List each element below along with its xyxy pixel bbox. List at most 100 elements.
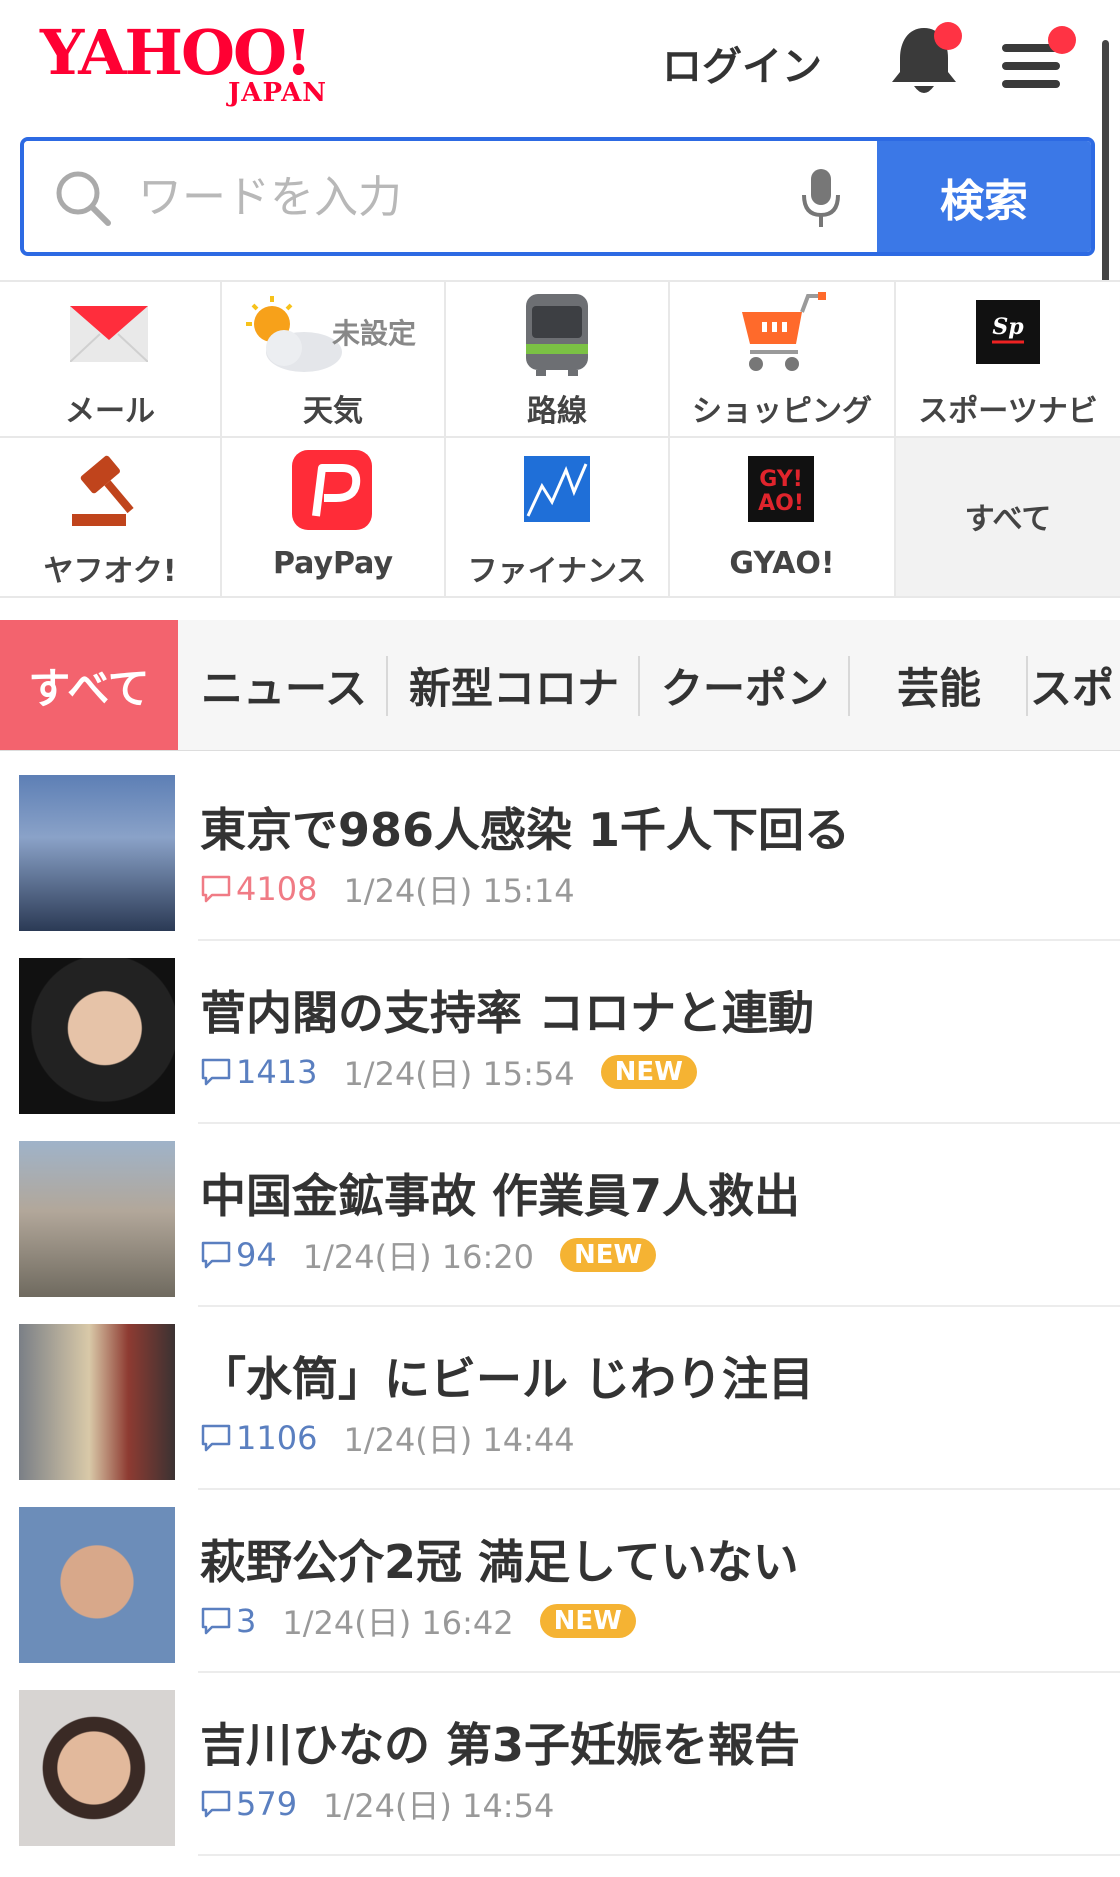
service-label: ファイナンス — [467, 554, 647, 589]
news-timestamp: 1/24(日) 15:14 — [343, 872, 575, 910]
tab-corona[interactable]: 新型コロナ — [390, 620, 638, 750]
service-label: 天気 — [303, 394, 363, 429]
logo-text: YAHOO! — [40, 16, 312, 89]
news-headline: 萩野公介2冠 満足していない — [200, 1535, 799, 1589]
train-icon — [526, 294, 588, 376]
news-meta: 4108 1/24(日) 15:14 — [200, 866, 575, 912]
news-thumbnail — [19, 958, 175, 1114]
news-item[interactable]: 中国金鉱事故 作業員7人救出 94 1/24(日) 16:20 NEW — [0, 1124, 1120, 1307]
comment-icon — [201, 875, 231, 903]
tab-divider — [638, 656, 640, 716]
news-item[interactable]: 「水筒」にビール じわり注目 1106 1/24(日) 14:44 — [0, 1307, 1120, 1490]
service-sportsnavi[interactable]: Sp スポーツナビ — [896, 282, 1120, 436]
news-thumbnail — [19, 1690, 175, 1846]
service-label: ヤフオク! — [43, 554, 177, 589]
comment-icon — [201, 1424, 231, 1452]
notification-dot — [934, 22, 962, 50]
news-meta: 579 1/24(日) 14:54 — [200, 1781, 554, 1827]
weather-status: 未設定 — [332, 317, 417, 350]
comment-count: 4108 — [236, 870, 318, 908]
yahoo-japan-logo[interactable]: YAHOO! JAPAN — [40, 14, 360, 109]
auction-gavel-icon — [72, 455, 134, 526]
service-auction[interactable]: ヤフオク! — [0, 438, 220, 596]
comment-icon — [201, 1241, 231, 1269]
login-link[interactable]: ログイン — [662, 34, 822, 92]
news-thumbnail — [19, 1324, 175, 1480]
tab-sports[interactable]: スポ — [1030, 620, 1120, 750]
service-paypay[interactable]: PayPay — [222, 438, 444, 596]
new-badge: NEW — [600, 1055, 697, 1089]
tab-divider — [386, 656, 388, 716]
scrollbar[interactable] — [1102, 40, 1109, 284]
news-headline: 中国金鉱事故 作業員7人救出 — [200, 1169, 801, 1223]
service-weather[interactable]: 未設定 天気 — [222, 282, 444, 436]
news-headline: 「水筒」にビール じわり注目 — [200, 1352, 815, 1406]
cart-icon — [742, 292, 826, 371]
service-label: メール — [65, 394, 155, 429]
news-meta: 94 1/24(日) 16:20 NEW — [200, 1232, 657, 1278]
comment-count: 1413 — [236, 1053, 318, 1091]
tab-entertainment[interactable]: 芸能 — [852, 620, 1026, 750]
news-item[interactable]: 東京で986人感染 1千人下回る 4108 1/24(日) 15:14 — [0, 758, 1120, 941]
news-item[interactable]: 菅内閣の支持率 コロナと連動 1413 1/24(日) 15:54 NEW — [0, 941, 1120, 1124]
mail-icon — [70, 306, 148, 362]
search-button[interactable]: 検索 — [877, 141, 1091, 252]
tab-coupon[interactable]: クーポン — [642, 620, 848, 750]
news-item[interactable]: 萩野公介2冠 満足していない 3 1/24(日) 16:42 NEW — [0, 1490, 1120, 1673]
service-mail[interactable]: メール — [0, 282, 220, 436]
svg-text:AO!: AO! — [758, 491, 804, 516]
gyao-icon: GY! AO! — [748, 456, 814, 522]
news-headline: 東京で986人感染 1千人下回る — [200, 803, 851, 857]
service-label: すべて — [964, 502, 1052, 537]
news-item[interactable]: 吉川ひなの 第3子妊娠を報告 579 1/24(日) 14:54 — [0, 1673, 1120, 1856]
news-thumbnail — [19, 1141, 175, 1297]
news-timestamp: 1/24(日) 16:20 — [302, 1238, 534, 1276]
service-label: 路線 — [527, 394, 587, 429]
comment-icon — [201, 1790, 231, 1818]
comment-count: 94 — [236, 1236, 277, 1274]
news-timestamp: 1/24(日) 14:44 — [343, 1421, 575, 1459]
news-thumbnail — [19, 1507, 175, 1663]
notification-bell-icon[interactable] — [888, 22, 962, 100]
sportsnavi-icon: Sp — [976, 300, 1040, 364]
service-gyao[interactable]: GY! AO! GYAO! — [670, 438, 894, 596]
paypay-icon — [292, 450, 372, 530]
news-thumbnail — [19, 775, 175, 931]
news-headline: 菅内閣の支持率 コロナと連動 — [200, 986, 815, 1040]
search-field — [24, 141, 877, 252]
comment-count: 3 — [236, 1602, 257, 1640]
news-meta: 1413 1/24(日) 15:54 NEW — [200, 1049, 697, 1095]
search-icon — [56, 171, 111, 226]
tab-all[interactable]: すべて — [0, 620, 178, 750]
news-headline: 吉川ひなの 第3子妊娠を報告 — [200, 1718, 801, 1772]
news-timestamp: 1/24(日) 16:42 — [282, 1604, 514, 1642]
microphone-icon[interactable] — [801, 169, 841, 229]
service-label: スポーツナビ — [918, 394, 1098, 429]
service-finance[interactable]: ファイナンス — [446, 438, 668, 596]
service-shopping[interactable]: ショッピング — [670, 282, 894, 436]
service-label: GYAO! — [729, 546, 835, 581]
news-separator — [198, 1854, 1120, 1856]
comment-icon — [201, 1607, 231, 1635]
search-input[interactable] — [136, 163, 780, 231]
service-label: ショッピング — [692, 394, 872, 429]
svg-text:Sp: Sp — [992, 314, 1024, 340]
services-grid: メール 未設定 天気 路線 ショッピング Sp スポーツナビ ヤフオク! Pay… — [0, 280, 1120, 598]
news-meta: 3 1/24(日) 16:42 NEW — [200, 1598, 636, 1644]
tab-news[interactable]: ニュース — [184, 620, 384, 750]
comment-icon — [201, 1058, 231, 1086]
tab-divider — [848, 656, 850, 716]
finance-chart-icon — [524, 456, 590, 522]
comment-count: 579 — [236, 1785, 298, 1823]
news-meta: 1106 1/24(日) 14:44 — [200, 1415, 575, 1461]
search-bar: 検索 — [20, 137, 1095, 256]
service-label: PayPay — [272, 546, 394, 581]
comment-count: 1106 — [236, 1419, 318, 1457]
news-timestamp: 1/24(日) 15:54 — [343, 1055, 575, 1093]
service-train[interactable]: 路線 — [446, 282, 668, 436]
svg-text:GY!: GY! — [759, 467, 803, 492]
new-badge: NEW — [559, 1238, 657, 1272]
new-badge: NEW — [539, 1604, 636, 1638]
hamburger-menu-icon[interactable] — [998, 22, 1078, 94]
service-all[interactable]: すべて — [896, 438, 1120, 596]
